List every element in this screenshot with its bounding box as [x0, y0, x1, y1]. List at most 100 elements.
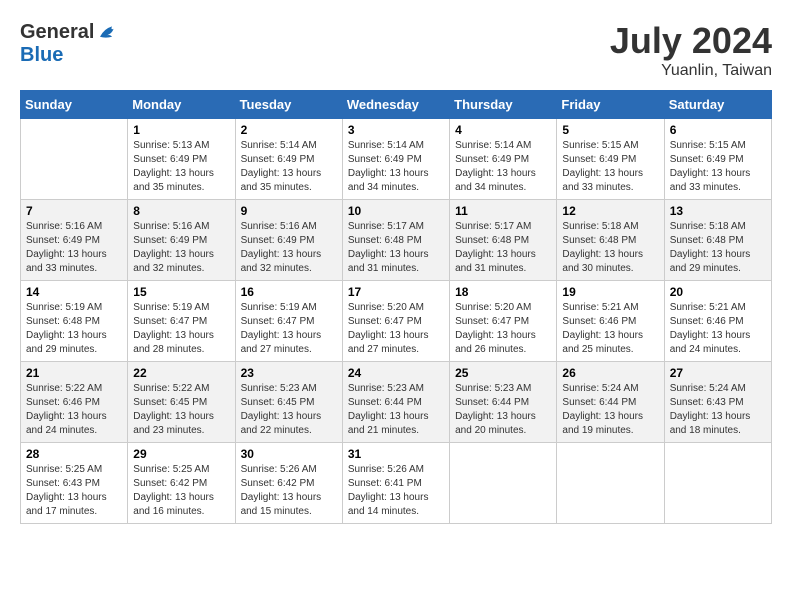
day-info: Sunrise: 5:25 AMSunset: 6:42 PMDaylight:…: [133, 463, 229, 519]
day-info: Sunrise: 5:21 AMSunset: 6:46 PMDaylight:…: [562, 301, 658, 357]
day-number: 18: [455, 285, 551, 299]
day-info: Sunrise: 5:24 AMSunset: 6:43 PMDaylight:…: [670, 382, 766, 438]
logo-general-text: General: [20, 21, 94, 43]
calendar-table: SundayMondayTuesdayWednesdayThursdayFrid…: [20, 90, 772, 524]
day-info: Sunrise: 5:23 AMSunset: 6:44 PMDaylight:…: [348, 382, 444, 438]
day-cell: [664, 443, 771, 524]
day-info: Sunrise: 5:18 AMSunset: 6:48 PMDaylight:…: [562, 220, 658, 276]
day-cell: 31 Sunrise: 5:26 AMSunset: 6:41 PMDayligh…: [342, 443, 449, 524]
day-number: 21: [26, 366, 122, 380]
day-cell: 23Sunrise: 5:23 AMSunset: 6:45 PMDayligh…: [235, 362, 342, 443]
logo-blue-text: Blue: [20, 44, 120, 66]
day-number: 31: [348, 447, 444, 461]
day-info: Sunrise: 5:14 AMSunset: 6:49 PMDaylight:…: [455, 139, 551, 195]
title-section: July 2024 Yuanlin, Taiwan: [610, 20, 772, 80]
day-cell: 12 Sunrise: 5:18 AMSunset: 6:48 PMDayligh…: [557, 200, 664, 281]
day-cell: 30 Sunrise: 5:26 AMSunset: 6:42 PMDayligh…: [235, 443, 342, 524]
day-info: Sunrise: 5:26 AMSunset: 6:41 PMDaylight:…: [348, 463, 444, 519]
day-info: Sunrise: 5:15 AMSunset: 6:49 PMDaylight:…: [562, 139, 658, 195]
day-info: Sunrise: 5:24 AMSunset: 6:44 PMDaylight:…: [562, 382, 658, 438]
day-info: Sunrise: 5:23 AMSunset: 6:45 PMDaylight:…: [241, 382, 337, 438]
day-cell: 10Sunrise: 5:17 AMSunset: 6:48 PMDayligh…: [342, 200, 449, 281]
day-cell: 13Sunrise: 5:18 AMSunset: 6:48 PMDayligh…: [664, 200, 771, 281]
day-info: Sunrise: 5:17 AMSunset: 6:48 PMDaylight:…: [348, 220, 444, 276]
day-cell: 16Sunrise: 5:19 AMSunset: 6:47 PMDayligh…: [235, 281, 342, 362]
day-info: Sunrise: 5:13 AMSunset: 6:49 PMDaylight:…: [133, 139, 229, 195]
day-number: 4: [455, 123, 551, 137]
day-cell: 26 Sunrise: 5:24 AMSunset: 6:44 PMDayligh…: [557, 362, 664, 443]
day-number: 3: [348, 123, 444, 137]
day-cell: 19 Sunrise: 5:21 AMSunset: 6:46 PMDayligh…: [557, 281, 664, 362]
day-info: Sunrise: 5:19 AMSunset: 6:47 PMDaylight:…: [241, 301, 337, 357]
day-info: Sunrise: 5:23 AMSunset: 6:44 PMDaylight:…: [455, 382, 551, 438]
day-cell: 1 Sunrise: 5:13 AMSunset: 6:49 PMDaylight…: [128, 119, 235, 200]
day-info: Sunrise: 5:20 AMSunset: 6:47 PMDaylight:…: [455, 301, 551, 357]
day-cell: 28Sunrise: 5:25 AMSunset: 6:43 PMDayligh…: [21, 443, 128, 524]
day-cell: 6Sunrise: 5:15 AMSunset: 6:49 PMDaylight…: [664, 119, 771, 200]
header-tuesday: Tuesday: [235, 91, 342, 119]
day-number: 12: [562, 204, 658, 218]
header-monday: Monday: [128, 91, 235, 119]
day-number: 26: [562, 366, 658, 380]
day-number: 22: [133, 366, 229, 380]
day-number: 29: [133, 447, 229, 461]
day-cell: 4 Sunrise: 5:14 AMSunset: 6:49 PMDaylight…: [450, 119, 557, 200]
day-number: 20: [670, 285, 766, 299]
logo-bird-icon: [96, 20, 120, 44]
day-number: 14: [26, 285, 122, 299]
day-cell: 2Sunrise: 5:14 AMSunset: 6:49 PMDaylight…: [235, 119, 342, 200]
header-thursday: Thursday: [450, 91, 557, 119]
day-number: 2: [241, 123, 337, 137]
day-number: 17: [348, 285, 444, 299]
day-info: Sunrise: 5:25 AMSunset: 6:43 PMDaylight:…: [26, 463, 122, 519]
day-cell: 18 Sunrise: 5:20 AMSunset: 6:47 PMDayligh…: [450, 281, 557, 362]
day-number: 25: [455, 366, 551, 380]
day-cell: 3 Sunrise: 5:14 AMSunset: 6:49 PMDaylight…: [342, 119, 449, 200]
day-info: Sunrise: 5:20 AMSunset: 6:47 PMDaylight:…: [348, 301, 444, 357]
day-number: 30: [241, 447, 337, 461]
day-cell: 24 Sunrise: 5:23 AMSunset: 6:44 PMDayligh…: [342, 362, 449, 443]
page-header: General Blue July 2024 Yuanlin, Taiwan: [20, 20, 772, 80]
day-number: 24: [348, 366, 444, 380]
day-info: Sunrise: 5:16 AMSunset: 6:49 PMDaylight:…: [133, 220, 229, 276]
week-row-1: 1 Sunrise: 5:13 AMSunset: 6:49 PMDaylight…: [21, 119, 772, 200]
week-row-2: 7 Sunrise: 5:16 AMSunset: 6:49 PMDaylight…: [21, 200, 772, 281]
day-cell: [450, 443, 557, 524]
header-friday: Friday: [557, 91, 664, 119]
day-info: Sunrise: 5:19 AMSunset: 6:47 PMDaylight:…: [133, 301, 229, 357]
day-number: 11: [455, 204, 551, 218]
day-number: 15: [133, 285, 229, 299]
day-number: 1: [133, 123, 229, 137]
day-cell: 22 Sunrise: 5:22 AMSunset: 6:45 PMDayligh…: [128, 362, 235, 443]
day-cell: 29 Sunrise: 5:25 AMSunset: 6:42 PMDayligh…: [128, 443, 235, 524]
location-subtitle: Yuanlin, Taiwan: [610, 62, 772, 80]
calendar-header-row: SundayMondayTuesdayWednesdayThursdayFrid…: [21, 91, 772, 119]
day-info: Sunrise: 5:22 AMSunset: 6:45 PMDaylight:…: [133, 382, 229, 438]
day-info: Sunrise: 5:26 AMSunset: 6:42 PMDaylight:…: [241, 463, 337, 519]
day-number: 27: [670, 366, 766, 380]
day-cell: 25 Sunrise: 5:23 AMSunset: 6:44 PMDayligh…: [450, 362, 557, 443]
week-row-5: 28Sunrise: 5:25 AMSunset: 6:43 PMDayligh…: [21, 443, 772, 524]
day-number: 19: [562, 285, 658, 299]
day-cell: 8Sunrise: 5:16 AMSunset: 6:49 PMDaylight…: [128, 200, 235, 281]
day-info: Sunrise: 5:16 AMSunset: 6:49 PMDaylight:…: [241, 220, 337, 276]
day-info: Sunrise: 5:14 AMSunset: 6:49 PMDaylight:…: [348, 139, 444, 195]
day-cell: 7Sunrise: 5:16 AMSunset: 6:49 PMDaylight…: [21, 200, 128, 281]
day-info: Sunrise: 5:19 AMSunset: 6:48 PMDaylight:…: [26, 301, 122, 357]
day-cell: 9Sunrise: 5:16 AMSunset: 6:49 PMDaylight…: [235, 200, 342, 281]
day-cell: 21 Sunrise: 5:22 AMSunset: 6:46 PMDayligh…: [21, 362, 128, 443]
logo: General Blue: [20, 20, 120, 66]
header-sunday: Sunday: [21, 91, 128, 119]
day-cell: [21, 119, 128, 200]
day-info: Sunrise: 5:21 AMSunset: 6:46 PMDaylight:…: [670, 301, 766, 357]
header-wednesday: Wednesday: [342, 91, 449, 119]
day-number: 7: [26, 204, 122, 218]
day-info: Sunrise: 5:22 AMSunset: 6:46 PMDaylight:…: [26, 382, 122, 438]
day-cell: 5 Sunrise: 5:15 AMSunset: 6:49 PMDaylight…: [557, 119, 664, 200]
day-cell: 14 Sunrise: 5:19 AMSunset: 6:48 PMDayligh…: [21, 281, 128, 362]
day-cell: 27 Sunrise: 5:24 AMSunset: 6:43 PMDayligh…: [664, 362, 771, 443]
day-cell: [557, 443, 664, 524]
day-info: Sunrise: 5:17 AMSunset: 6:48 PMDaylight:…: [455, 220, 551, 276]
week-row-3: 14 Sunrise: 5:19 AMSunset: 6:48 PMDayligh…: [21, 281, 772, 362]
day-number: 5: [562, 123, 658, 137]
